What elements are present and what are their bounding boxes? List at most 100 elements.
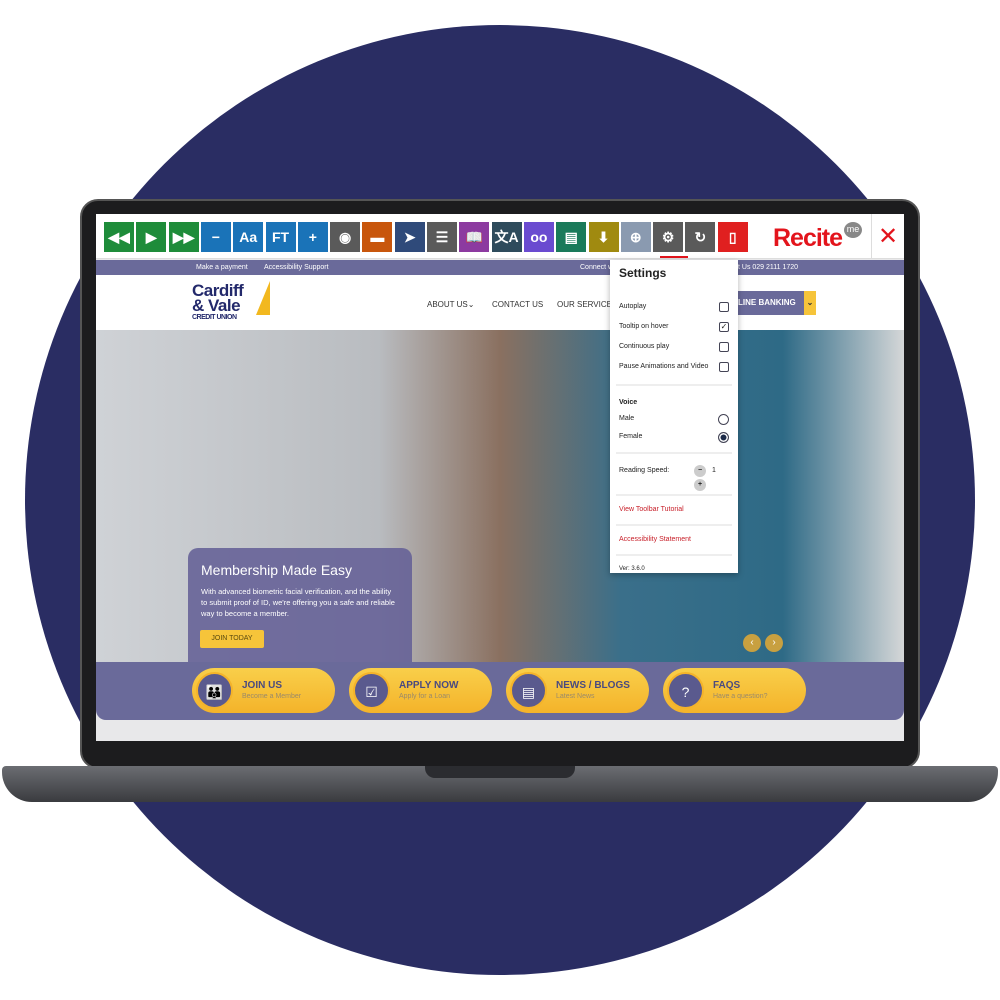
download-button[interactable]: ⬇: [588, 222, 619, 252]
accessibility-statement-link[interactable]: Accessibility Statement: [619, 536, 729, 550]
speed-plus-button[interactable]: +: [694, 479, 706, 491]
hero-card: Membership Made Easy With advanced biome…: [188, 548, 412, 662]
font-type-icon: FT: [271, 229, 290, 245]
pointer-icon: ➤: [403, 228, 416, 245]
color-wheel-button[interactable]: ◉: [330, 222, 361, 252]
font-icon: Aa: [239, 229, 258, 245]
fast-forward-button[interactable]: ▶▶: [168, 222, 199, 252]
nav-our-services[interactable]: OUR SERVICES: [557, 300, 617, 309]
settings-gear-button[interactable]: ⚙: [653, 222, 684, 252]
female-radio[interactable]: [718, 432, 729, 443]
option-label: Autoplay: [619, 303, 647, 310]
divider: [616, 554, 732, 556]
voice-male[interactable]: Male: [619, 412, 729, 430]
quicklink-apply-now[interactable]: ☑ APPLY NOW Apply for a Loan: [349, 668, 492, 713]
magnifier-button[interactable]: ⊕: [620, 222, 651, 252]
magnifier-icon: ⊕: [629, 228, 642, 245]
option-tooltip[interactable]: Tooltip on hover ✓: [619, 320, 729, 340]
pdf-button[interactable]: ▯: [717, 222, 748, 252]
option-label: Continuous play: [619, 343, 670, 350]
settings-panel: Settings Autoplay Tooltip on hover ✓ Cont…: [610, 260, 738, 573]
prev-slide-button[interactable]: ‹: [743, 634, 761, 652]
version-text: Ver: 3.6.0: [619, 566, 645, 572]
hero-text: With advanced biometric facial verificat…: [201, 587, 395, 618]
increase-text-button[interactable]: +: [297, 222, 328, 252]
close-toolbar-button[interactable]: ✕: [871, 214, 904, 259]
site-logo[interactable]: Cardiff & Vale CREDIT UNION: [192, 282, 244, 322]
settings-title: Settings: [619, 266, 667, 280]
hero-title: Membership Made Easy: [201, 562, 352, 578]
male-radio[interactable]: [718, 414, 729, 425]
ruler-button[interactable]: ▬: [362, 222, 393, 252]
voice-label: Male: [619, 415, 635, 422]
option-continuous-play[interactable]: Continuous play: [619, 340, 729, 360]
laptop-screen: ◀◀ ▶ ▶▶ − Aa FT + ◉ ▬ ➤ ☰ 📖 文A oo ▤ ⬇ ⊕ ⚙ ↻ ▯ Recite me ✕ M…: [96, 214, 904, 741]
question-icon: ?: [667, 672, 704, 709]
autoplay-checkbox[interactable]: [719, 302, 729, 312]
make-payment-link[interactable]: Make a payment: [196, 260, 248, 275]
voice-heading: Voice: [619, 399, 638, 406]
quicklink-news-blogs[interactable]: ▤ NEWS / BLOGS Latest News: [506, 668, 649, 713]
speed-value: 1: [711, 467, 716, 474]
fast-forward-icon: ▶▶: [172, 228, 195, 245]
text-only-icon: ▤: [564, 228, 578, 245]
quicklink-sub: Become a Member: [242, 693, 302, 700]
rewind-button[interactable]: ◀◀: [104, 222, 134, 252]
nav-about-us[interactable]: ABOUT US⌄: [427, 300, 474, 309]
accessibility-support-link[interactable]: Accessibility Support: [264, 260, 329, 275]
play-button[interactable]: ▶: [136, 222, 167, 252]
top-bar: Make a payment Accessibility Support Con…: [96, 260, 904, 275]
option-label: Pause Animations and Video: [619, 363, 709, 370]
decrease-text-icon: −: [211, 229, 220, 245]
ruler-icon: ▬: [370, 229, 385, 245]
quicklink-sub: Apply for a Loan: [399, 693, 450, 700]
join-today-button[interactable]: JOIN TODAY: [200, 630, 264, 648]
active-indicator: [660, 256, 688, 258]
settings-gear-icon: ⚙: [661, 228, 675, 245]
connect-link[interactable]: Connect w: [580, 260, 613, 275]
speed-minus-button[interactable]: −: [694, 465, 706, 477]
quicklink-faqs[interactable]: ? FAQS Have a question?: [663, 668, 806, 713]
hero-banner: Membership Made Easy With advanced biome…: [96, 330, 904, 662]
font-type-button[interactable]: FT: [265, 222, 296, 252]
screen-mask-icon: ☰: [435, 228, 449, 245]
site-header: Cardiff & Vale CREDIT UNION ABOUT US⌄ CO…: [96, 275, 904, 330]
view-toolbar-tutorial-link[interactable]: View Toolbar Tutorial: [619, 506, 729, 520]
translate-icon: 文A: [494, 229, 519, 245]
quicklink-title: NEWS / BLOGS: [556, 680, 630, 691]
tooltip-checkbox[interactable]: ✓: [719, 322, 729, 332]
news-icon: ▤: [510, 672, 547, 709]
recite-logo: Recite: [773, 224, 843, 252]
next-slide-button[interactable]: ›: [765, 634, 783, 652]
reading-speed-label: Reading Speed:: [619, 467, 670, 474]
quick-links: 👪 JOIN US Become a Member ☑ APPLY NOW Apply …: [96, 662, 904, 720]
quicklink-title: JOIN US: [242, 680, 283, 691]
pointer-button[interactable]: ➤: [394, 222, 425, 252]
continuous-play-checkbox[interactable]: [719, 342, 729, 352]
translate-button[interactable]: 文A: [491, 222, 522, 252]
chevron-down-icon[interactable]: ⌄: [804, 291, 816, 315]
pause-animations-checkbox[interactable]: [719, 362, 729, 372]
option-autoplay[interactable]: Autoplay: [619, 300, 729, 320]
screen-mask-button[interactable]: ☰: [427, 222, 457, 252]
voice-female[interactable]: Female: [619, 430, 729, 448]
glasses-icon: oo: [530, 229, 548, 245]
rewind-icon: ◀◀: [108, 228, 130, 245]
dictionary-icon: 📖: [465, 228, 484, 245]
nav-contact-us[interactable]: CONTACT US: [492, 300, 543, 309]
color-wheel-icon: ◉: [338, 228, 352, 245]
option-pause-animations[interactable]: Pause Animations and Video: [619, 360, 729, 380]
decrease-text-button[interactable]: −: [200, 222, 231, 252]
divider: [616, 524, 732, 526]
quicklink-join-us[interactable]: 👪 JOIN US Become a Member: [192, 668, 335, 713]
online-banking-label: LINE BANKING: [738, 298, 796, 307]
glasses-button[interactable]: oo: [523, 222, 554, 252]
text-only-button[interactable]: ▤: [556, 222, 587, 252]
download-icon: ⬇: [597, 228, 610, 245]
checkbox-icon: ☑: [353, 672, 390, 709]
reset-button[interactable]: ↻: [685, 222, 716, 252]
font-button[interactable]: Aa: [233, 222, 264, 252]
dictionary-button[interactable]: 📖: [459, 222, 490, 252]
voice-label: Female: [619, 433, 643, 440]
quicklink-sub: Latest News: [556, 693, 595, 700]
